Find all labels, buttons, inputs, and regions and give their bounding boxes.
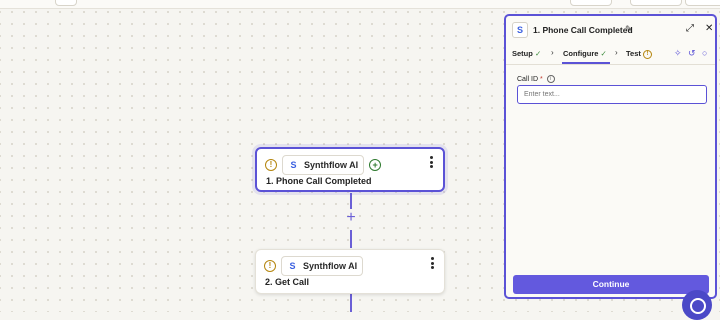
more-options-icon[interactable] [429, 156, 433, 168]
chevron-right-icon: › [615, 48, 618, 57]
warning-icon[interactable]: ! [264, 260, 276, 272]
toolbar-button[interactable] [570, 0, 612, 6]
call-id-input[interactable] [517, 85, 707, 104]
add-circle-icon[interactable]: + [369, 159, 382, 171]
app-chip[interactable]: S Synthflow AI [282, 155, 365, 175]
app-chip[interactable]: S Synthflow AI [281, 256, 364, 276]
ai-sparkle-icon[interactable]: ✧ [674, 48, 682, 59]
expand-icon[interactable]: ⤢ [686, 23, 694, 34]
tab-setup[interactable]: Setup ✓ [512, 49, 541, 58]
warning-icon[interactable]: ! [265, 159, 277, 171]
required-mark: * [539, 75, 543, 83]
step-connector [350, 230, 352, 248]
synthflow-logo-icon: S [290, 159, 297, 170]
check-icon: ✓ [534, 49, 542, 58]
active-tab-indicator [562, 62, 610, 64]
step-card-action[interactable]: ! S Synthflow AI 2. Get Call [255, 249, 445, 294]
step-connector [350, 294, 352, 312]
close-icon[interactable]: ✕ [705, 23, 713, 34]
chat-support-icon[interactable] [682, 290, 712, 320]
tab-test[interactable]: Test ! [626, 49, 652, 59]
synthflow-logo-icon: S [512, 22, 528, 38]
synthflow-logo-icon: S [289, 260, 296, 271]
toolbar-button[interactable] [685, 0, 720, 6]
check-icon: ✓ [600, 49, 607, 58]
call-id-label: Call ID * i [517, 75, 555, 83]
app-name: Synthflow AI [304, 160, 359, 170]
add-step-button[interactable]: + [343, 210, 359, 226]
comment-icon[interactable]: ○ [702, 48, 707, 58]
step-editor-panel: S 1. Phone Call Completed ✎ ⤢ ✕ Setup ✓ … [504, 14, 717, 299]
app-name: Synthflow AI [303, 261, 358, 271]
more-options-icon[interactable] [430, 257, 434, 269]
top-toolbar [0, 0, 720, 9]
tab-configure[interactable]: Configure ✓ [563, 49, 607, 58]
step-connector [350, 193, 352, 209]
tab-label: Test [626, 49, 641, 58]
tab-label: Setup [512, 49, 533, 58]
toolbar-button[interactable] [630, 0, 682, 6]
step-title: 2. Get Call [265, 277, 310, 287]
toolbar-control[interactable] [55, 0, 77, 6]
undo-icon[interactable]: ↺ [688, 48, 696, 59]
warning-icon: ! [642, 49, 652, 59]
step-title: 1. Phone Call Completed [266, 176, 372, 186]
field-label-text: Call ID [517, 75, 539, 83]
chevron-right-icon: › [551, 48, 554, 57]
continue-button[interactable]: Continue [513, 275, 709, 294]
panel-header: S 1. Phone Call Completed ✎ ⤢ ✕ [506, 16, 715, 44]
panel-tabs: Setup ✓ › Configure ✓ › Test ! ✧ ↺ ○ [506, 44, 715, 65]
step-card-trigger[interactable]: ! S Synthflow AI + 1. Phone Call Complet… [255, 147, 445, 192]
pencil-icon[interactable]: ✎ [625, 24, 633, 35]
panel-title: 1. Phone Call Completed [533, 25, 633, 35]
info-icon[interactable]: i [546, 75, 555, 83]
tab-label: Configure [563, 49, 599, 58]
